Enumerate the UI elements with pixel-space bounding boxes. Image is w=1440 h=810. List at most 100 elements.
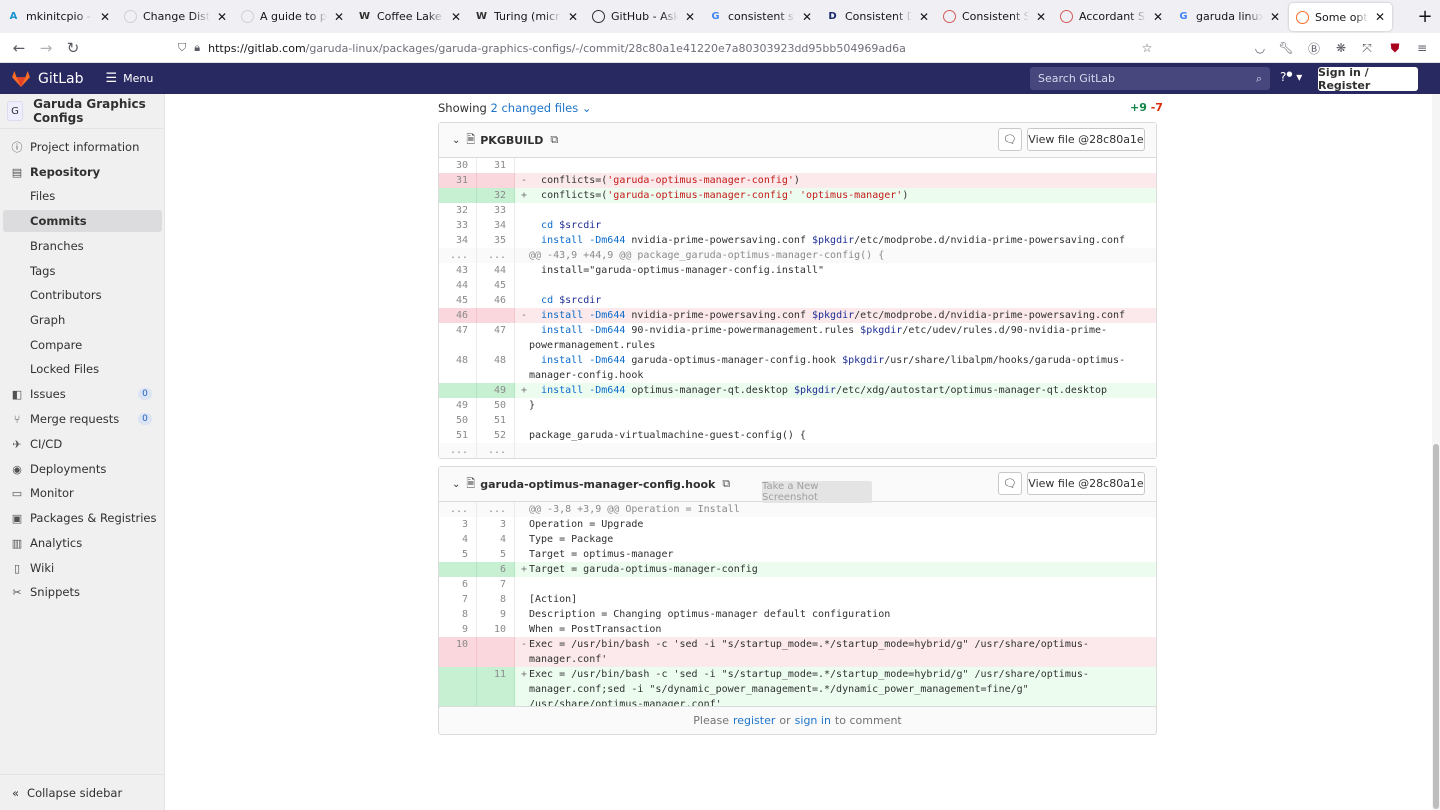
new-line-number[interactable]: 34 [477,218,515,233]
sidebar-item-compare[interactable]: Compare [0,334,165,356]
new-line-number[interactable]: 47 [477,323,515,353]
help-icon[interactable]: ?● ▾ [1280,70,1302,84]
sidebar-item-merge-requests[interactable]: ⑂ Merge requests 0 [0,408,165,430]
new-line-number[interactable]: 8 [477,592,515,607]
sidebar-item-project-information[interactable]: ⓘ Project information [0,136,165,158]
old-line-number[interactable]: 10 [439,637,477,667]
old-line-number[interactable]: 48 [439,353,477,383]
url-text[interactable]: https://gitlab.com/garuda-linux/packages… [208,42,906,55]
old-line-number[interactable]: 44 [439,278,477,293]
browser-tab[interactable]: Some optimus-m ✕ [1289,3,1392,31]
new-tab-button[interactable]: + [1410,0,1440,33]
sidebar-item-contributors[interactable]: Contributors [0,284,165,306]
sidebar-item-commits[interactable]: Commits [3,210,162,232]
new-line-number[interactable]: 31 [477,158,515,173]
tab-close-icon[interactable]: ✕ [333,10,345,24]
changed-files-dropdown[interactable]: 2 changed files ⌄ [490,101,591,115]
sidebar-item-issues[interactable]: ◧ Issues 0 [0,383,165,405]
new-line-number[interactable]: 52 [477,428,515,443]
comment-toggle-icon[interactable]: 🗨︎ [998,472,1022,495]
menu-hamburger-icon[interactable]: ≡ [1412,38,1432,58]
old-line-number[interactable] [439,188,477,203]
gitlab-logo[interactable]: GitLab [12,70,84,87]
sidebar-item-graph[interactable]: Graph [0,309,165,331]
new-line-number[interactable]: 3 [477,517,515,532]
copy-path-icon[interactable]: ⧉ [550,133,558,147]
wrench-icon[interactable]: 🔧︎ [1276,38,1296,58]
old-line-number[interactable]: 31 [439,173,477,188]
old-line-number[interactable]: 34 [439,233,477,248]
old-line-number[interactable]: 7 [439,592,477,607]
extension-swirl-icon[interactable]: ❋ [1331,38,1351,58]
new-line-number[interactable]: 48 [477,353,515,383]
comment-toggle-icon[interactable]: 🗨︎ [998,128,1022,151]
extension-arrows-icon[interactable]: ⤧ [1357,38,1377,58]
sidebar-item-wiki[interactable]: ▯ Wiki [0,557,165,579]
sidebar-item-analytics[interactable]: ▥ Analytics [0,532,165,554]
old-line-number[interactable]: 6 [439,577,477,592]
tab-close-icon[interactable]: ✕ [1152,10,1164,24]
sidebar-item-tags[interactable]: Tags [0,260,165,282]
old-line-number[interactable]: 46 [439,308,477,323]
old-line-number[interactable] [439,562,477,577]
bookmark-star-icon[interactable]: ☆ [1137,38,1157,58]
new-line-number[interactable]: 35 [477,233,515,248]
tab-close-icon[interactable]: ✕ [1374,10,1386,24]
chevron-down-icon[interactable]: ⌄ [452,135,460,146]
old-line-number[interactable]: 5 [439,547,477,562]
browser-tab[interactable]: Ggaruda linux gitlab ✕ [1170,0,1287,33]
old-line-number[interactable]: 50 [439,413,477,428]
tab-close-icon[interactable]: ✕ [450,10,462,24]
old-line-number[interactable]: 3 [439,517,477,532]
signin-register-button[interactable]: Sign in / Register [1318,66,1418,92]
ublock-shield-icon[interactable]: ⛊ [1385,38,1405,58]
new-line-number[interactable]: 5 [477,547,515,562]
browser-tab[interactable]: Accordant Synon ✕ [1053,0,1170,33]
reload-icon[interactable]: ↻ [62,37,84,59]
new-line-number[interactable] [477,637,515,667]
new-line-number[interactable]: 49 [477,383,515,398]
old-line-number[interactable]: 4 [439,532,477,547]
sidebar-item-snippets[interactable]: ✂ Snippets [0,581,165,603]
lock-icon[interactable]: 🔒︎ [194,41,200,55]
tab-close-icon[interactable]: ✕ [567,10,579,24]
sidebar-item-files[interactable]: Files [0,185,165,207]
scrollbar-thumb[interactable] [1433,444,1439,809]
sidebar-project-header[interactable]: G Garuda Graphics Configs [0,94,164,129]
new-line-number[interactable]: 50 [477,398,515,413]
new-line-number[interactable]: 6 [477,562,515,577]
new-line-number[interactable]: 33 [477,203,515,218]
old-line-number[interactable]: 45 [439,293,477,308]
new-line-number[interactable] [477,173,515,188]
diff-file-name[interactable]: garuda-optimus-manager-config.hook [480,478,715,491]
new-line-number[interactable] [477,308,515,323]
sidebar-item-branches[interactable]: Branches [0,235,165,257]
tab-close-icon[interactable]: ✕ [1035,10,1047,24]
old-line-number[interactable]: ... [439,502,477,517]
old-line-number[interactable]: 49 [439,398,477,413]
tab-close-icon[interactable]: ✕ [216,10,228,24]
old-line-number[interactable]: 33 [439,218,477,233]
old-line-number[interactable]: ... [439,443,477,458]
search-input[interactable]: Search GitLab ⌕ [1030,67,1270,90]
old-line-number[interactable]: ... [439,248,477,263]
page-scrollbar[interactable] [1432,94,1440,810]
sidebar-item-monitor[interactable]: ▭ Monitor [0,482,165,504]
url-bar[interactable]: ⛉ 🔒︎ https://gitlab.com/garuda-linux/pac… [172,36,1164,60]
sidebar-item-ci-cd[interactable]: ✈ CI/CD [0,433,165,455]
new-line-number[interactable]: 46 [477,293,515,308]
old-line-number[interactable]: 8 [439,607,477,622]
old-line-number[interactable]: 32 [439,203,477,218]
new-line-number[interactable]: 45 [477,278,515,293]
tab-close-icon[interactable]: ✕ [918,10,930,24]
new-line-number[interactable]: 51 [477,413,515,428]
new-line-number[interactable]: 44 [477,263,515,278]
shield-icon[interactable]: ⛉ [178,41,186,55]
old-line-number[interactable]: 43 [439,263,477,278]
new-line-number[interactable]: ... [477,248,515,263]
signin-link[interactable]: sign in [795,714,831,727]
sidebar-item-repository[interactable]: ▤ Repository [0,161,165,183]
old-line-number[interactable]: 51 [439,428,477,443]
sidebar-item-locked-files[interactable]: Locked Files [0,358,165,380]
register-link[interactable]: register [733,714,775,727]
